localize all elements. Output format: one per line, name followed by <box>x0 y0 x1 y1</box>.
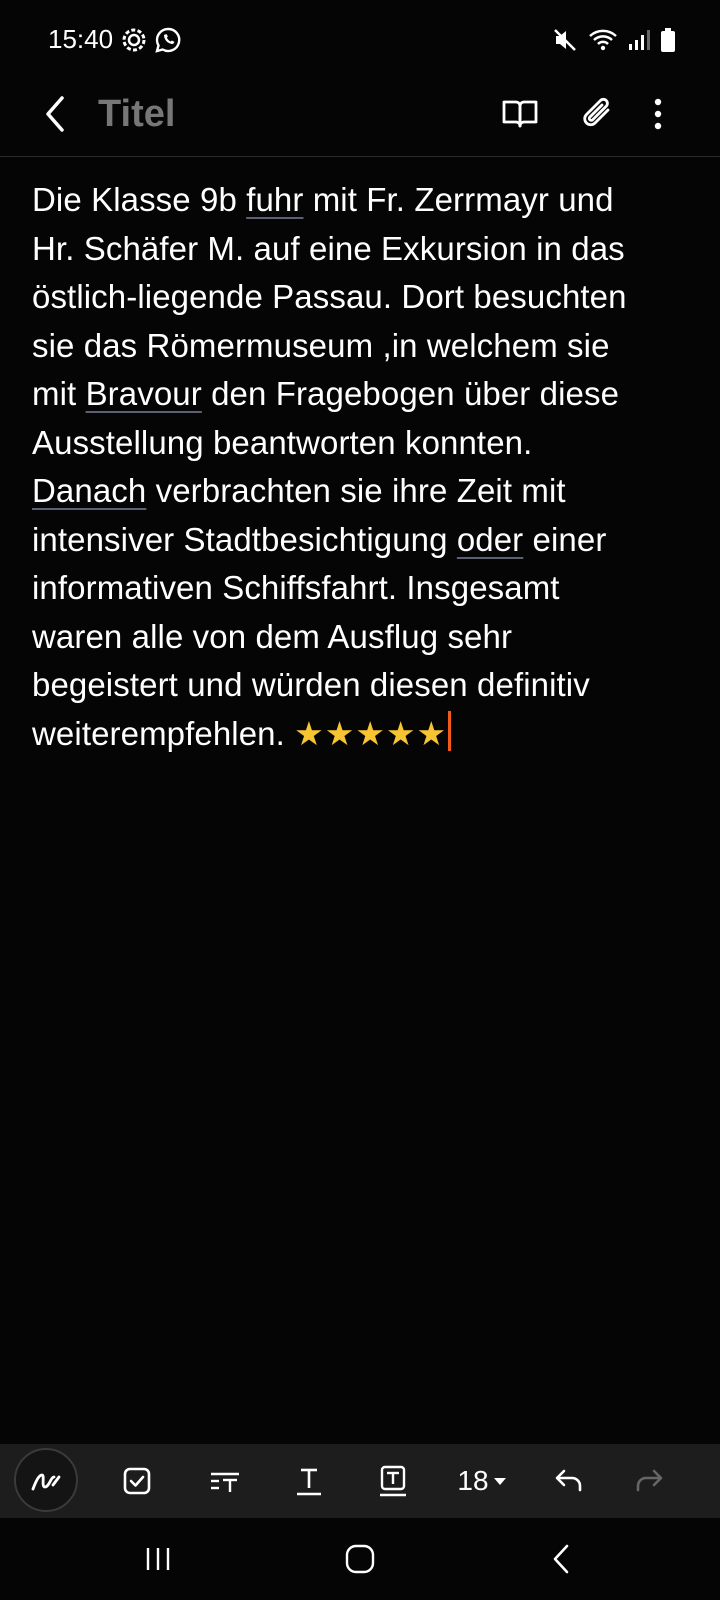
app-bar-divider <box>0 156 720 157</box>
back-button[interactable] <box>36 86 76 142</box>
note-line: sie das Römermuseum ,in welchem sie <box>32 326 610 364</box>
note-line: intensiver Stadtbesichtigung oder einer <box>32 520 607 558</box>
undo-icon <box>555 1469 582 1492</box>
note-line: begeistert und würden diesen definitiv <box>32 666 590 703</box>
attach-icon <box>583 97 610 127</box>
redo-button[interactable] <box>626 1444 676 1518</box>
pen-mode-button[interactable] <box>14 1448 78 1512</box>
note-line: informativen Schiffsfahrt. Insgesamt <box>32 569 560 606</box>
note-line: Ausstellung beantworten konnten. <box>32 423 533 461</box>
note-line: waren alle von dem Ausflug sehr <box>32 617 513 655</box>
nav-back-button[interactable] <box>512 1518 612 1600</box>
back-icon <box>553 1544 569 1574</box>
recent-apps-button[interactable] <box>108 1518 208 1600</box>
settings-gear-icon <box>120 26 148 59</box>
recent-apps-icon <box>146 1548 170 1570</box>
dropdown-arrow-icon <box>493 1478 506 1485</box>
spellcheck-word[interactable]: oder <box>457 521 523 558</box>
text-format-button[interactable] <box>284 1444 334 1518</box>
note-line: mit Bravour den Fragebogen über diese <box>32 375 620 412</box>
note-line: Die Klasse 9b fuhr mit Fr. Zerrmayr und <box>32 181 614 218</box>
whatsapp-icon <box>154 26 182 59</box>
signal-icon <box>628 29 650 56</box>
reading-mode-icon <box>502 100 538 128</box>
note-line: östlich-liegende Passau. Dort besuchten <box>32 278 627 315</box>
mute-icon <box>552 27 578 58</box>
text-style-icon <box>211 1472 239 1492</box>
more-options-button[interactable] <box>638 88 678 140</box>
note-body[interactable]: Die Klasse 9b fuhr mit Fr. Zerrmayr und … <box>32 176 692 758</box>
font-size-value: 18 <box>457 1465 489 1496</box>
spellcheck-word[interactable]: Bravour <box>86 375 202 412</box>
more-options-icon <box>654 98 662 130</box>
undo-button[interactable] <box>542 1444 592 1518</box>
checkbox-icon <box>123 1467 151 1495</box>
attach-button[interactable] <box>574 88 622 140</box>
editing-toolbar: 18 <box>0 1444 720 1518</box>
note-title[interactable]: Titel <box>98 86 175 142</box>
note-line: weiterempfehlen. ★★★★★ <box>32 710 692 759</box>
status-bar: 15:40 <box>0 0 720 80</box>
text-highlight-icon <box>380 1465 406 1497</box>
pen-icon <box>31 1473 61 1491</box>
wifi-icon <box>588 28 618 57</box>
text-cursor <box>448 710 452 751</box>
spellcheck-word[interactable]: Danach <box>32 472 146 509</box>
text-style-button[interactable] <box>200 1444 250 1518</box>
note-line: Hr. Schäfer M. auf eine Exkursion in das <box>32 229 625 267</box>
checkbox-button[interactable] <box>112 1444 162 1518</box>
home-icon <box>345 1544 375 1574</box>
reading-mode-button[interactable] <box>496 88 544 140</box>
redo-icon <box>636 1469 663 1492</box>
chevron-left-icon <box>46 96 64 132</box>
system-nav-bar <box>0 1518 720 1600</box>
text-highlight-button[interactable] <box>368 1444 418 1518</box>
app-bar: Titel <box>0 80 720 156</box>
home-button[interactable] <box>310 1518 410 1600</box>
text-format-icon <box>297 1468 321 1496</box>
spellcheck-word[interactable]: fuhr <box>246 181 303 218</box>
font-size-dropdown[interactable]: 18 <box>450 1444 514 1518</box>
status-time: 15:40 <box>48 24 114 54</box>
star-emoji-icons: ★★★★★ <box>294 714 448 752</box>
note-line: Danach verbrachten sie ihre Zeit mit <box>32 472 566 509</box>
battery-icon <box>660 27 676 58</box>
